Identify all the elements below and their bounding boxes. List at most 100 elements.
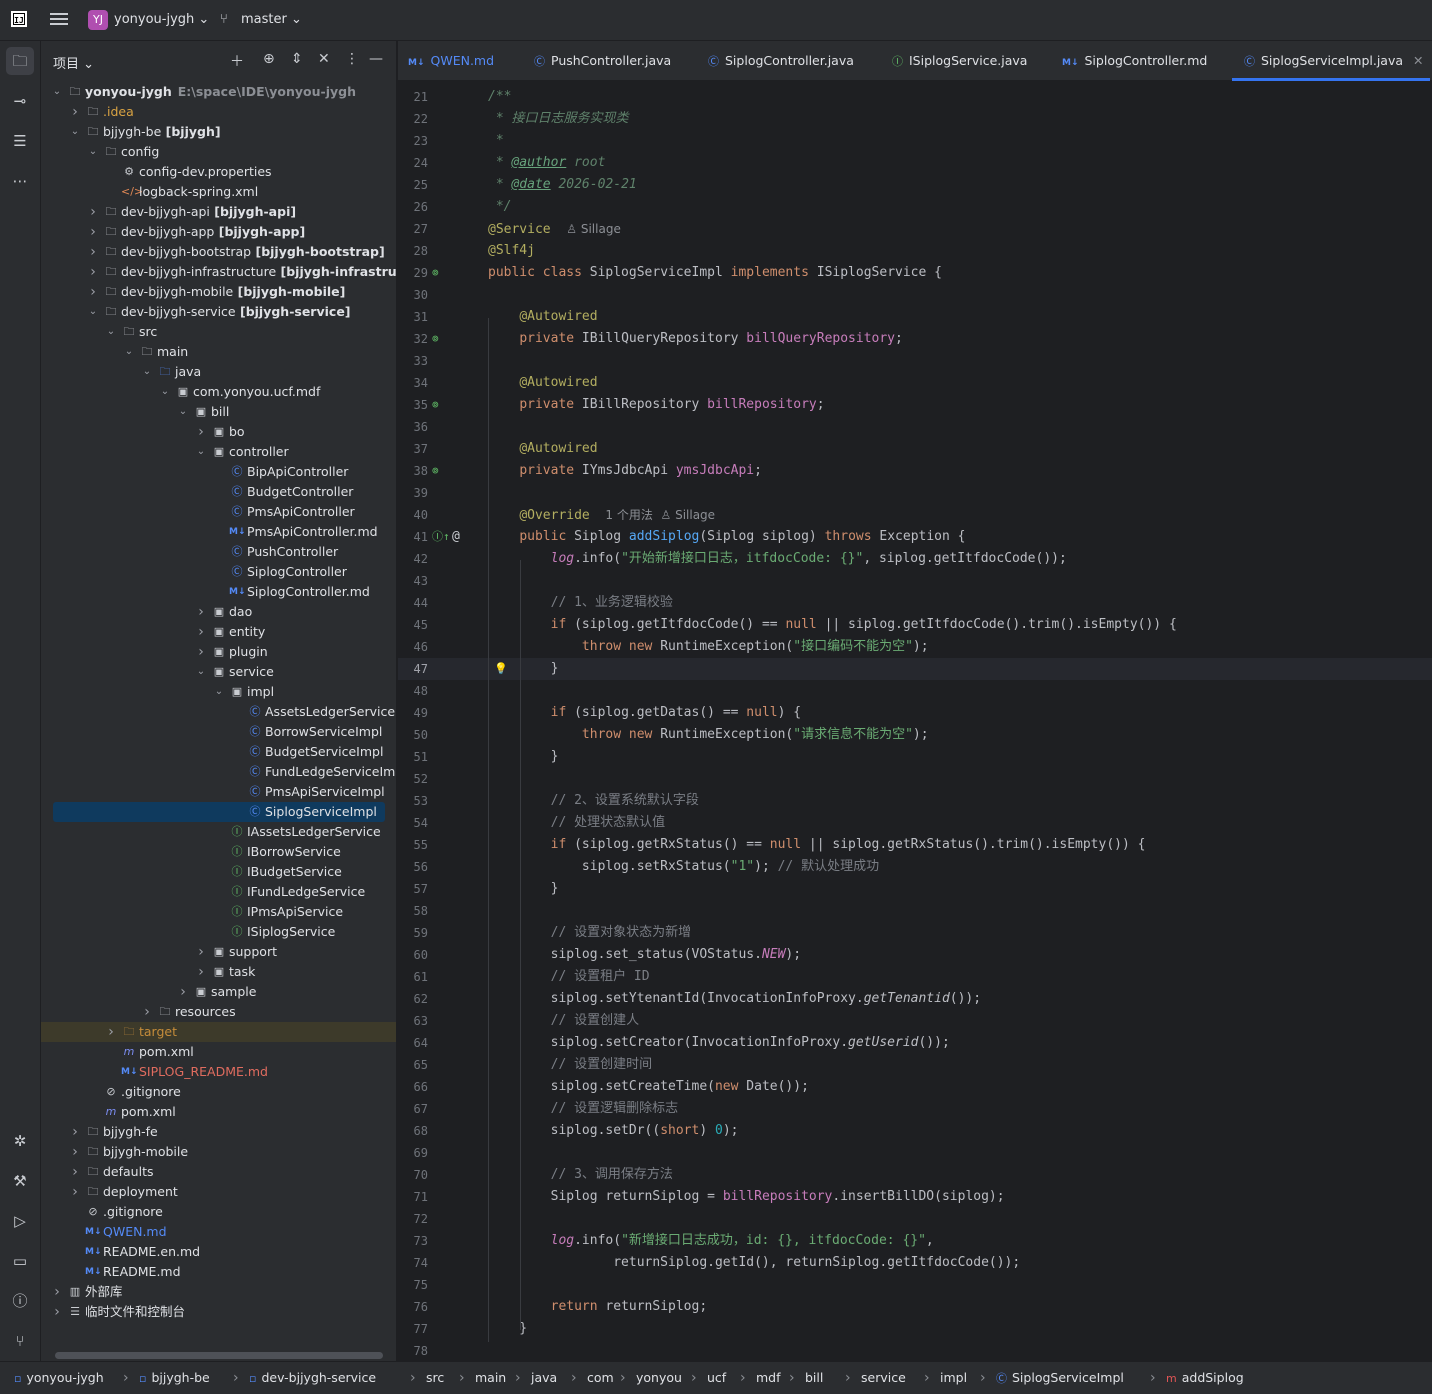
tree-item[interactable]: Ⓒ PushController bbox=[41, 542, 396, 562]
tree-item[interactable]: M↓ QWEN.md bbox=[41, 1222, 396, 1242]
code-line[interactable]: 43 bbox=[398, 570, 1432, 592]
tree-item[interactable]: M↓ PmsApiController.md bbox=[41, 522, 396, 542]
tree-item[interactable]: Ⓒ PmsApiServiceImpl bbox=[41, 782, 396, 802]
code-line[interactable]: 61 // 设置租户 ID bbox=[398, 966, 1432, 988]
code-line[interactable]: 65 // 设置创建时间 bbox=[398, 1054, 1432, 1076]
code-line[interactable]: 48 bbox=[398, 680, 1432, 702]
code-line[interactable]: 32 ⊚ private IBillQueryRepository billQue… bbox=[398, 328, 1432, 350]
tree-item[interactable]: M↓ README.en.md bbox=[41, 1242, 396, 1262]
code-line[interactable]: 72 bbox=[398, 1208, 1432, 1230]
tree-item[interactable]: ⚙ config-dev.properties bbox=[41, 162, 396, 182]
tree-item[interactable]: ⌄ ▣ controller bbox=[41, 442, 396, 462]
tree-item[interactable]: Ⓒ BudgetServiceImpl bbox=[41, 742, 396, 762]
tree-item[interactable]: › ▣ sample bbox=[41, 982, 396, 1002]
chevron-right-icon[interactable]: › bbox=[177, 982, 189, 1002]
chevron-right-icon[interactable]: › bbox=[51, 1282, 63, 1302]
breadcrumb-item[interactable]: bill bbox=[805, 1362, 823, 1394]
chevron-right-icon[interactable]: › bbox=[195, 962, 207, 982]
spring-bean-icon[interactable]: ⊚ bbox=[432, 394, 439, 416]
breadcrumb-item[interactable]: Ⓒ SiplogServiceImpl bbox=[996, 1362, 1124, 1394]
chevron-right-icon[interactable]: › bbox=[51, 1302, 63, 1322]
code-line[interactable]: 28 @Slf4j bbox=[398, 240, 1432, 262]
tree-item[interactable]: Ⓒ BorrowServiceImpl bbox=[41, 722, 396, 742]
tree-item[interactable]: ⌄ 🗀 dev-bjjygh-service [bjjygh-service] bbox=[41, 302, 396, 322]
code-line[interactable]: 24 * @author root bbox=[398, 152, 1432, 174]
code-line[interactable]: 41 Ⓘ↑ @ public Siplog addSiplog(Siplog sip… bbox=[398, 526, 1432, 548]
code-line[interactable]: 59 // 设置对象状态为新增 bbox=[398, 922, 1432, 944]
build-icon[interactable]: ⚒ bbox=[6, 1167, 34, 1195]
tree-item[interactable]: › ▣ dao bbox=[41, 602, 396, 622]
code-line[interactable]: 57 } bbox=[398, 878, 1432, 900]
chevron-right-icon[interactable]: › bbox=[195, 602, 207, 622]
chevron-down-icon[interactable]: ⌄ bbox=[141, 362, 153, 382]
hide-icon[interactable]: — bbox=[369, 51, 383, 67]
tree-item[interactable]: ⌄ 🗀 config bbox=[41, 142, 396, 162]
tree-item[interactable]: Ⓒ SiplogServiceImpl bbox=[53, 802, 385, 822]
expand-all-icon[interactable]: ⇕ bbox=[291, 51, 303, 67]
chevron-right-icon[interactable]: › bbox=[87, 222, 99, 242]
code-line[interactable]: 73 log.info("新增接口日志成功，id: {}, itfdocCode… bbox=[398, 1230, 1432, 1252]
code-line[interactable]: 47 💡 } bbox=[398, 658, 1432, 680]
code-line[interactable]: 33 bbox=[398, 350, 1432, 372]
tree-item[interactable]: </> logback-spring.xml bbox=[41, 182, 396, 202]
tree-item[interactable]: › 🗀 dev-bjjygh-app [bjjygh-app] bbox=[41, 222, 396, 242]
code-line[interactable]: 25 * @date 2026-02-21 bbox=[398, 174, 1432, 196]
tree-item[interactable]: › ▣ plugin bbox=[41, 642, 396, 662]
breadcrumb-item[interactable]: com bbox=[587, 1362, 614, 1394]
tree-item[interactable]: Ⓘ IFundLedgeService bbox=[41, 882, 396, 902]
code-line[interactable]: 62 siplog.setYtenantId(InvocationInfoPro… bbox=[398, 988, 1432, 1010]
tree-item[interactable]: ⌄ 🗀 java bbox=[41, 362, 396, 382]
tree-item[interactable]: m pom.xml bbox=[41, 1042, 396, 1062]
code-line[interactable]: 74 returnSiplog.getId(), returnSiplog.ge… bbox=[398, 1252, 1432, 1274]
tree-item[interactable]: Ⓘ ISiplogService bbox=[41, 922, 396, 942]
tree-item[interactable]: Ⓘ IAssetsLedgerService bbox=[41, 822, 396, 842]
editor-tab[interactable]: Ⓒ PushController.java bbox=[534, 41, 671, 81]
breadcrumb-item[interactable]: ▫ dev-bjjygh-service bbox=[249, 1362, 376, 1394]
breadcrumb-item[interactable]: impl bbox=[940, 1362, 967, 1394]
main-menu-icon[interactable] bbox=[50, 11, 68, 27]
code-line[interactable]: 77 } bbox=[398, 1318, 1432, 1340]
chevron-right-icon[interactable]: › bbox=[87, 262, 99, 282]
spring-bean-icon[interactable]: ⊚ bbox=[432, 262, 439, 284]
spring-bean-icon[interactable]: ⊚ bbox=[432, 460, 439, 482]
editor-tab[interactable]: M↓ QWEN.md bbox=[408, 41, 494, 81]
chevron-right-icon[interactable]: › bbox=[69, 1162, 81, 1182]
tree-item[interactable]: › 🗀 dev-bjjygh-bootstrap [bjjygh-bootstrap… bbox=[41, 242, 396, 262]
chevron-right-icon[interactable]: › bbox=[195, 622, 207, 642]
breadcrumb-item[interactable]: yonyou bbox=[636, 1362, 682, 1394]
tree-item[interactable]: › 🗀 defaults bbox=[41, 1162, 396, 1182]
code-line[interactable]: 75 bbox=[398, 1274, 1432, 1296]
breadcrumb-item[interactable]: service bbox=[861, 1362, 906, 1394]
chevron-down-icon[interactable]: ⌄ bbox=[123, 342, 135, 362]
chevron-right-icon[interactable]: › bbox=[105, 1022, 117, 1042]
code-line[interactable]: 23 * bbox=[398, 130, 1432, 152]
tree-item[interactable]: Ⓒ SiplogController bbox=[41, 562, 396, 582]
project-tool-folder-icon[interactable]: 🗀 bbox=[6, 47, 34, 75]
chevron-right-icon[interactable]: › bbox=[69, 1122, 81, 1142]
code-line[interactable]: 45 if (siplog.getItfdocCode() == null ||… bbox=[398, 614, 1432, 636]
chevron-down-icon[interactable]: ⌄ bbox=[195, 442, 207, 462]
tree-item[interactable]: Ⓘ IBudgetService bbox=[41, 862, 396, 882]
code-line[interactable]: 37 @Autowired bbox=[398, 438, 1432, 460]
tree-item[interactable]: Ⓘ IBorrowService bbox=[41, 842, 396, 862]
tree-item[interactable]: › 🗀 dev-bjjygh-mobile [bjjygh-mobile] bbox=[41, 282, 396, 302]
code-line[interactable]: 46 throw new RuntimeException("接口编码不能为空"… bbox=[398, 636, 1432, 658]
project-view-selector[interactable]: 项目 ⌄ bbox=[53, 53, 94, 72]
tree-item[interactable]: › ☰ 临时文件和控制台 bbox=[41, 1302, 396, 1322]
commit-icon[interactable]: ⊸ bbox=[6, 87, 34, 115]
chevron-down-icon[interactable]: ⌄ bbox=[177, 402, 189, 422]
code-line[interactable]: 30 bbox=[398, 284, 1432, 306]
code-line[interactable]: 58 bbox=[398, 900, 1432, 922]
chevron-right-icon[interactable]: › bbox=[141, 1002, 153, 1022]
tree-item[interactable]: ⌄ 🗀 src bbox=[41, 322, 396, 342]
tree-item[interactable]: M↓ SIPLOG_README.md bbox=[41, 1062, 396, 1082]
chevron-right-icon[interactable]: › bbox=[195, 422, 207, 442]
spring-bean-icon[interactable]: ⊚ bbox=[432, 328, 439, 350]
tree-item[interactable]: ⊘ .gitignore bbox=[41, 1082, 396, 1102]
code-line[interactable]: 64 siplog.setCreator(InvocationInfoProxy… bbox=[398, 1032, 1432, 1054]
chevron-down-icon[interactable]: ⌄ bbox=[159, 382, 171, 402]
tree-item[interactable]: › 🗀 resources bbox=[41, 1002, 396, 1022]
code-line[interactable]: 21 /** bbox=[398, 86, 1432, 108]
code-line[interactable]: 54 // 处理状态默认值 bbox=[398, 812, 1432, 834]
code-line[interactable]: 66 siplog.setCreateTime(new Date()); bbox=[398, 1076, 1432, 1098]
